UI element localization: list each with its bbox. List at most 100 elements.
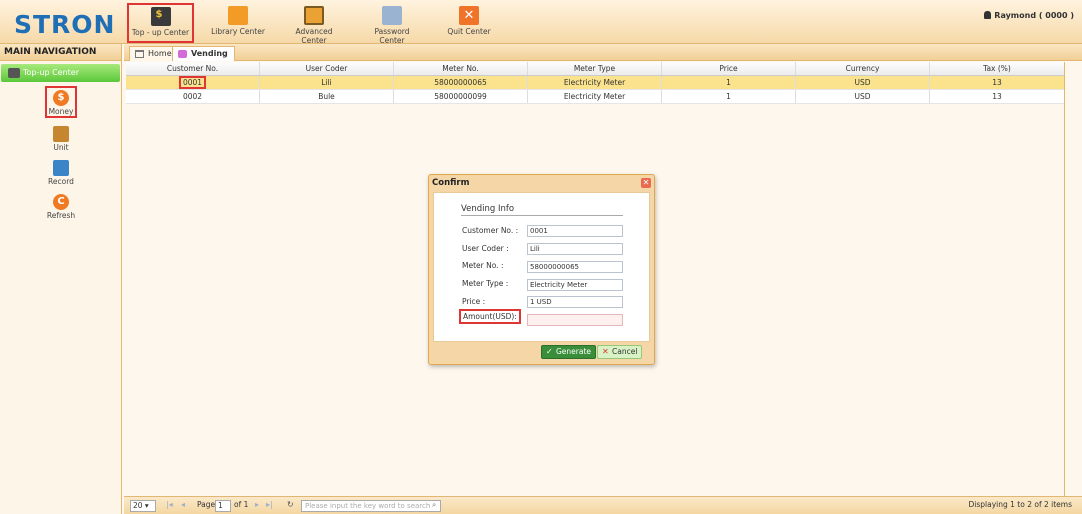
dialog-footer: ✓ Generate ✕ Cancel bbox=[433, 343, 650, 363]
column-header[interactable]: Customer No. bbox=[126, 62, 260, 75]
password-center-button[interactable]: Password Center bbox=[361, 4, 423, 45]
main-navigation-title: MAIN NAVIGATION bbox=[0, 44, 121, 61]
sidebar-item-money[interactable]: $ Money bbox=[45, 86, 77, 118]
tab-vending-label: Vending bbox=[191, 49, 228, 58]
first-page-icon[interactable]: |◂ bbox=[166, 500, 173, 509]
table-cell: 58000000065 bbox=[394, 76, 528, 89]
top-up-section-icon bbox=[8, 68, 20, 78]
table-cell: 0002 bbox=[126, 90, 260, 103]
sidebar-item-record-label: Record bbox=[48, 177, 74, 186]
close-icon[interactable]: ✕ bbox=[641, 178, 651, 188]
price-label: Price : bbox=[462, 297, 486, 306]
table-cell: Bule bbox=[260, 90, 394, 103]
library-folder-icon bbox=[228, 6, 248, 25]
record-icon bbox=[53, 160, 69, 176]
prev-page-icon[interactable]: ◂ bbox=[181, 500, 185, 509]
column-header[interactable]: Price bbox=[662, 62, 796, 75]
library-center-button[interactable]: Library Center bbox=[210, 4, 266, 42]
column-header[interactable]: Meter No. bbox=[394, 62, 528, 75]
sidebar-item-money-label: Money bbox=[48, 107, 74, 116]
cancel-button[interactable]: ✕ Cancel bbox=[597, 345, 643, 359]
advanced-center-label: Advanced Center bbox=[295, 27, 333, 45]
table-row[interactable]: 0001 Lili 58000000065 Electricity Meter … bbox=[126, 76, 1064, 90]
unit-icon bbox=[53, 126, 69, 142]
quit-center-button[interactable]: ✕ Quit Center bbox=[447, 4, 491, 42]
table-cell: Electricity Meter bbox=[528, 76, 662, 89]
table-row[interactable]: 0002 Bule 58000000099 Electricity Meter … bbox=[126, 90, 1064, 104]
meter-no-label: Meter No. : bbox=[462, 261, 504, 270]
quit-x-icon: ✕ bbox=[459, 6, 479, 25]
refresh-page-icon[interactable]: ↻ bbox=[287, 500, 294, 509]
generate-label: Generate bbox=[556, 347, 592, 356]
sidebar-section-top-up[interactable]: Top-up Center bbox=[1, 64, 120, 82]
amount-label: Amount(USD): bbox=[459, 309, 521, 324]
dollar-ticket-icon: $ bbox=[150, 7, 171, 26]
table-cell: USD bbox=[796, 90, 930, 103]
user-label: Raymond ( 0000 ) bbox=[994, 11, 1074, 20]
sidebar-item-refresh[interactable]: C Refresh bbox=[45, 192, 77, 224]
top-up-center-label: Top - up Center bbox=[131, 28, 190, 37]
display-count: Displaying 1 to 2 of 2 items bbox=[968, 500, 1072, 509]
price-field[interactable]: 1 USD bbox=[527, 296, 623, 308]
refresh-icon: C bbox=[53, 194, 69, 210]
cancel-label: Cancel bbox=[612, 347, 638, 356]
column-header[interactable]: Tax (%) bbox=[930, 62, 1064, 75]
customer-table: Customer No. User Coder Meter No. Meter … bbox=[126, 62, 1064, 104]
column-header[interactable]: User Coder bbox=[260, 62, 394, 75]
meter-type-field[interactable]: Electricity Meter bbox=[527, 279, 623, 291]
meter-type-label: Meter Type : bbox=[462, 279, 509, 288]
sidebar-item-unit-label: Unit bbox=[53, 143, 69, 152]
next-page-icon[interactable]: ▸ bbox=[255, 500, 259, 509]
quit-center-label: Quit Center bbox=[447, 27, 491, 36]
page-number-input[interactable]: 1 bbox=[215, 500, 231, 512]
page-size-select[interactable]: 20 ▾ bbox=[130, 500, 156, 512]
top-up-center-button[interactable]: $ Top - up Center bbox=[127, 3, 194, 43]
password-center-label: Password Center bbox=[374, 27, 410, 45]
table-cell: 1 bbox=[662, 76, 796, 89]
page-of-label: of 1 bbox=[234, 500, 249, 509]
password-icon bbox=[382, 6, 402, 25]
vending-info-title: Vending Info bbox=[461, 204, 515, 214]
last-page-icon[interactable]: ▸| bbox=[266, 500, 273, 509]
sidebar: MAIN NAVIGATION Top-up Center $ Money Un… bbox=[0, 44, 122, 514]
table-cell: USD bbox=[796, 76, 930, 89]
vending-icon bbox=[178, 50, 187, 58]
table-cell: 13 bbox=[992, 92, 1002, 101]
tab-home-label: Home bbox=[148, 49, 172, 58]
confirm-dialog: Confirm ✕ Vending Info Customer No. : 00… bbox=[428, 174, 655, 365]
search-icon[interactable]: ⌕ bbox=[432, 500, 436, 510]
monitor-icon bbox=[304, 6, 324, 25]
advanced-center-button[interactable]: Advanced Center bbox=[283, 4, 345, 45]
money-icon: $ bbox=[53, 90, 69, 106]
sidebar-item-record[interactable]: Record bbox=[45, 158, 77, 190]
stron-logo: STRON bbox=[14, 10, 116, 39]
section-divider bbox=[461, 215, 623, 216]
generate-button[interactable]: ✓ Generate bbox=[541, 345, 597, 359]
user-coder-label: User Coder : bbox=[462, 244, 509, 253]
user-coder-field[interactable]: Lili bbox=[527, 243, 623, 255]
tab-vending[interactable]: Vending bbox=[172, 46, 235, 61]
header-bar: STRON $ Top - up Center Library Center A… bbox=[0, 0, 1082, 45]
user-icon bbox=[984, 11, 992, 19]
cancel-x-icon: ✕ bbox=[602, 347, 609, 356]
table-cell: 13 bbox=[992, 78, 1002, 87]
table-cell: Lili bbox=[260, 76, 394, 89]
customer-no-highlight: 0001 bbox=[178, 76, 207, 89]
check-icon: ✓ bbox=[546, 347, 553, 356]
search-input[interactable]: Please input the key word to search bbox=[301, 500, 441, 512]
tab-bar: Home Vending bbox=[124, 44, 1082, 61]
sidebar-section-label: Top-up Center bbox=[23, 68, 80, 77]
column-header[interactable]: Currency bbox=[796, 62, 930, 75]
customer-no-field[interactable]: 0001 bbox=[527, 225, 623, 237]
meter-no-field[interactable]: 58000000065 bbox=[527, 261, 623, 273]
table-cell: 1 bbox=[662, 90, 796, 103]
sidebar-item-unit[interactable]: Unit bbox=[45, 124, 77, 156]
user-info[interactable]: Raymond ( 0000 ) bbox=[984, 11, 1074, 20]
column-header[interactable]: Meter Type bbox=[528, 62, 662, 75]
table-header: Customer No. User Coder Meter No. Meter … bbox=[126, 62, 1064, 76]
dialog-title: Confirm bbox=[432, 178, 470, 188]
table-cell: 0001 bbox=[126, 76, 260, 89]
dialog-body: Vending Info Customer No. : 0001 User Co… bbox=[433, 192, 650, 342]
sidebar-item-refresh-label: Refresh bbox=[46, 211, 76, 220]
amount-field[interactable] bbox=[527, 314, 623, 326]
